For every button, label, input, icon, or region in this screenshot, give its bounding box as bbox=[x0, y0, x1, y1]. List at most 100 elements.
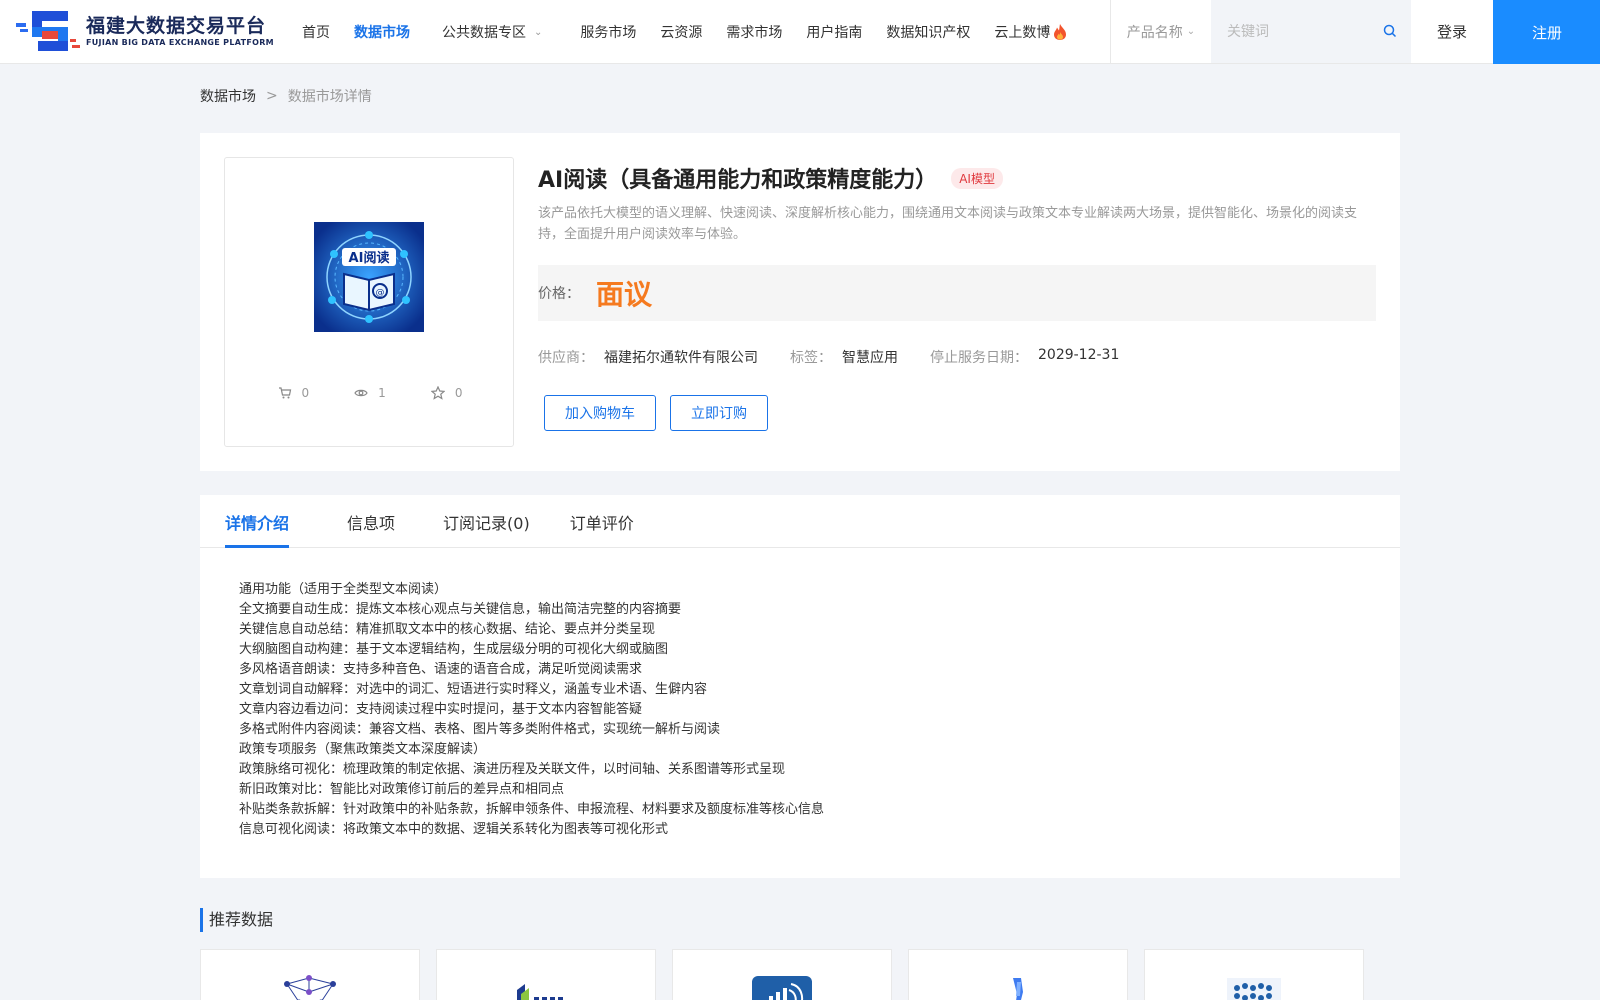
nav-home[interactable]: 首页 bbox=[302, 22, 330, 42]
nav-data-ip[interactable]: 数据知识产权 bbox=[886, 22, 970, 42]
detail-line: 政策专项服务（聚焦政策类文本深度解读） bbox=[239, 742, 487, 757]
nav-data-ip-label: 数据知识产权 bbox=[886, 25, 971, 41]
tab-info-items[interactable]: 信息项 bbox=[347, 495, 395, 548]
favorite-count-stat[interactable]: 0 bbox=[430, 386, 463, 400]
product-info: AI阅读（具备通用能力和政策精度能力） AI模型 该产品依托大模型的语义理解、快… bbox=[538, 157, 1378, 431]
search-category-select[interactable]: 产品名称 ⌄ bbox=[1111, 0, 1211, 63]
detail-line: 信息可视化阅读：将政策文本中的数据、逻辑关系转化为图表等可视化形式 bbox=[239, 822, 669, 837]
logo-subtitle: FUJIAN BIG DATA EXCHANGE PLATFORM bbox=[86, 38, 274, 47]
add-to-cart-button[interactable]: 加入购物车 bbox=[544, 395, 656, 431]
breadcrumb: 数据市场 > 数据市场详情 bbox=[200, 86, 372, 106]
nav-cloud-resources-label: 云资源 bbox=[660, 25, 703, 41]
recommend-card[interactable] bbox=[1144, 949, 1364, 1000]
recommend-title: 推荐数据 bbox=[200, 908, 273, 932]
views-count-stat: 1 bbox=[354, 386, 386, 400]
detail-line: 关键信息自动总结：精准抓取文本中的核心数据、结论、要点并分类呈现 bbox=[239, 622, 656, 637]
product-stats: 0 1 0 bbox=[225, 386, 515, 400]
company-logo-icon bbox=[517, 984, 573, 1000]
detail-line: 政策脉络可视化：梳理政策的制定依据、演进历程及关联文件，以时间轴、关系图谱等形式… bbox=[239, 762, 786, 777]
product-card: AI阅读 @ 0 1 0 AI阅读（具备通用能力和政策精度能力） AI模型 该产… bbox=[200, 133, 1400, 471]
nav-user-guide[interactable]: 用户指南 bbox=[806, 22, 862, 42]
signal-chart-icon bbox=[752, 976, 812, 1000]
register-button[interactable]: 注册 bbox=[1493, 0, 1600, 64]
detail-line: 多格式附件内容阅读：兼容文档、表格、图片等多类附件格式，实现统一解析与阅读 bbox=[239, 722, 721, 737]
detail-line: 新旧政策对比：智能比对政策修订前后的差异点和相同点 bbox=[239, 782, 565, 797]
login-button[interactable]: 登录 bbox=[1411, 0, 1493, 63]
product-title: AI阅读（具备通用能力和政策精度能力） bbox=[538, 168, 938, 193]
tag-label: 标签： bbox=[790, 350, 832, 366]
order-now-button[interactable]: 立即订购 bbox=[670, 395, 768, 431]
end-date-label: 停止服务日期： bbox=[930, 350, 1028, 366]
nav-public-data[interactable]: 公共数据专区 ⌄ bbox=[442, 22, 542, 42]
main-nav: 首页 数据市场 公共数据专区 ⌄ 服务市场 云资源 需求市场 用户指南 数据知识产… bbox=[290, 0, 1079, 64]
views-count: 1 bbox=[378, 386, 386, 400]
search-category-value: 产品名称 bbox=[1126, 24, 1183, 41]
chevron-down-icon: ⌄ bbox=[534, 26, 543, 38]
detail-line: 文章划词自动解释：对选中的词汇、短语进行实时释义，涵盖专业术语、生僻内容 bbox=[239, 682, 708, 697]
dot-pattern-icon bbox=[1227, 978, 1281, 1000]
category-badge: AI模型 bbox=[951, 167, 1003, 189]
product-image-box: AI阅读 @ 0 1 0 bbox=[224, 157, 514, 447]
cart-icon bbox=[278, 387, 291, 399]
nav-service-market-label: 服务市场 bbox=[580, 25, 637, 41]
nav-service-market[interactable]: 服务市场 bbox=[580, 22, 636, 42]
detail-card: 详情介绍 信息项 订阅记录(0) 订单评价 通用功能（适用于全类型文本阅读） 全… bbox=[200, 495, 1400, 878]
nav-demand-market[interactable]: 需求市场 bbox=[726, 22, 782, 42]
search-area: 产品名称 ⌄ 登录 注册 bbox=[1110, 0, 1600, 64]
star-icon bbox=[430, 386, 445, 400]
product-actions: 加入购物车 立即订购 bbox=[538, 395, 1378, 431]
price-label: 价格： bbox=[538, 286, 580, 302]
nav-public-data-label: 公共数据专区 bbox=[442, 25, 526, 41]
recommend-card[interactable] bbox=[908, 949, 1128, 1000]
recommend-card[interactable] bbox=[672, 949, 892, 1000]
search-input[interactable] bbox=[1227, 23, 1377, 40]
nav-cloud-expo[interactable]: 云上数博 bbox=[994, 22, 1067, 42]
breadcrumb-data-market[interactable]: 数据市场 bbox=[200, 86, 256, 106]
search-box bbox=[1211, 0, 1411, 63]
nav-demand-market-label: 需求市场 bbox=[726, 25, 783, 41]
network-graph-icon bbox=[284, 975, 336, 1000]
detail-line: 文章内容边看边问：支持阅读过程中实时提问，基于文本内容智能答疑 bbox=[239, 702, 643, 717]
favorite-count: 0 bbox=[454, 386, 463, 400]
tag-value: 智慧应用 bbox=[842, 350, 898, 366]
nav-home-label: 首页 bbox=[302, 25, 330, 41]
nav-user-guide-label: 用户指南 bbox=[806, 25, 863, 41]
logo-title: 福建大数据交易平台 bbox=[86, 15, 267, 37]
nav-data-market-label: 数据市场 bbox=[354, 25, 410, 41]
price-box: 价格： 面议 bbox=[538, 265, 1376, 321]
tab-order-reviews[interactable]: 订单评价 bbox=[570, 495, 634, 548]
detail-line: 通用功能（适用于全类型文本阅读） bbox=[239, 582, 448, 597]
product-image: AI阅读 @ bbox=[314, 222, 424, 332]
detail-tabs: 详情介绍 信息项 订阅记录(0) 订单评价 bbox=[200, 495, 1400, 548]
product-description: 该产品依托大模型的语义理解、快速阅读、深度解析核心能力，围绕通用文本阅读与政策文… bbox=[538, 206, 1358, 242]
recommend-card[interactable] bbox=[200, 949, 420, 1000]
detail-line: 补贴类条款拆解：针对政策中的补贴条款，拆解申领条件、申报流程、材料要求及额度标准… bbox=[239, 802, 825, 817]
logo-mark-icon bbox=[16, 11, 80, 51]
detail-line: 全文摘要自动生成：提炼文本核心观点与关键信息，输出简洁完整的内容摘要 bbox=[239, 602, 682, 617]
chevron-down-icon: ⌄ bbox=[1186, 26, 1196, 37]
breadcrumb-current: 数据市场详情 bbox=[287, 89, 372, 105]
nav-cloud-expo-label: 云上数博 bbox=[994, 25, 1051, 41]
eye-icon bbox=[354, 389, 368, 397]
end-date-value: 2029-12-31 bbox=[1038, 347, 1120, 363]
recommend-card[interactable] bbox=[436, 949, 656, 1000]
detail-line: 大纲脑图自动构建：基于文本逻辑结构，生成层级分明的可视化大纲或脑图 bbox=[239, 642, 669, 657]
breadcrumb-separator: > bbox=[266, 88, 278, 104]
search-icon[interactable] bbox=[1383, 24, 1397, 38]
detail-content: 通用功能（适用于全类型文本阅读） 全文摘要自动生成：提炼文本核心观点与关键信息，… bbox=[200, 548, 1400, 872]
site-logo[interactable]: 福建大数据交易平台 FUJIAN BIG DATA EXCHANGE PLATF… bbox=[16, 9, 281, 55]
tab-details[interactable]: 详情介绍 bbox=[225, 495, 290, 548]
nav-data-market[interactable]: 数据市场 bbox=[354, 22, 410, 42]
top-header: 福建大数据交易平台 FUJIAN BIG DATA EXCHANGE PLATF… bbox=[0, 0, 1600, 64]
nav-cloud-resources[interactable]: 云资源 bbox=[660, 22, 702, 42]
brand-mark-icon bbox=[1013, 978, 1023, 1000]
product-image-text: AI阅读 bbox=[349, 250, 390, 266]
cart-count: 0 bbox=[301, 386, 310, 400]
product-meta: 供应商： 福建拓尔通软件有限公司 标签： 智慧应用 停止服务日期： 2029-1… bbox=[538, 347, 1378, 367]
fire-icon bbox=[1054, 24, 1067, 40]
supplier-name: 福建拓尔通软件有限公司 bbox=[604, 350, 758, 366]
recommend-list bbox=[200, 949, 1380, 1000]
detail-line: 多风格语音朗读：支持多种音色、语速的语音合成，满足听觉阅读需求 bbox=[239, 662, 643, 677]
price-value: 面议 bbox=[596, 278, 653, 311]
tab-subscription-records[interactable]: 订阅记录(0) bbox=[443, 495, 530, 548]
